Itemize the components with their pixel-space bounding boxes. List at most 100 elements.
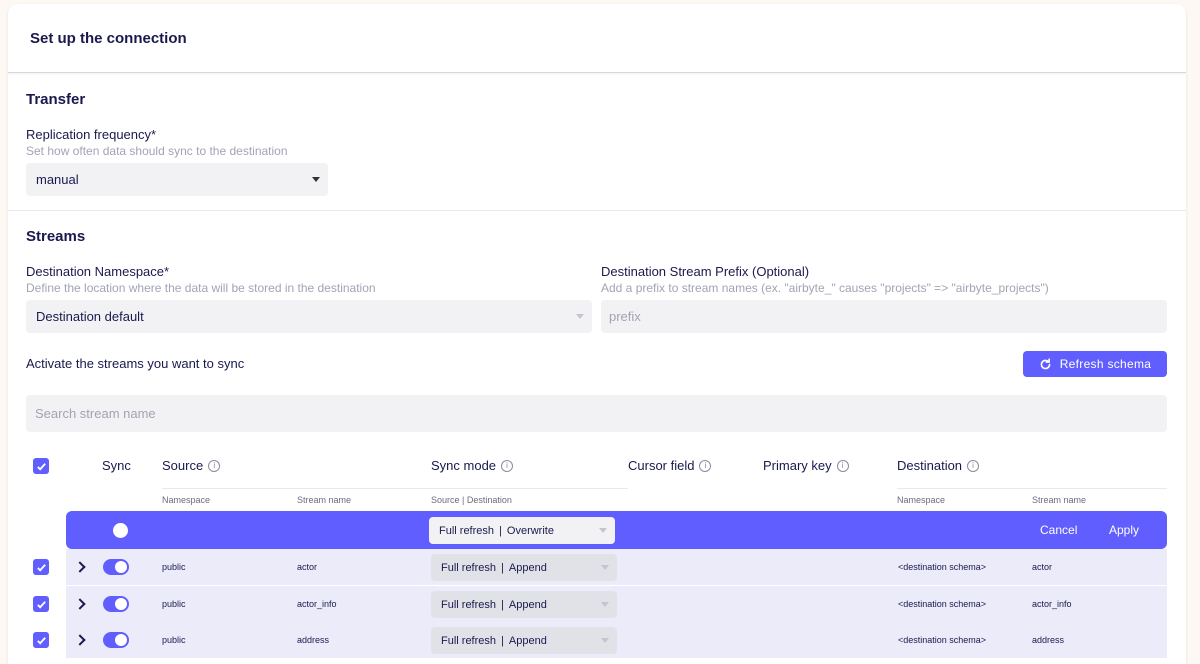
sync-toggle[interactable] <box>103 559 129 575</box>
frequency-label: Replication frequency* <box>26 127 157 142</box>
chevron-right-icon[interactable] <box>74 561 86 573</box>
subheader-dest-stream-name: Stream name <box>1032 495 1087 505</box>
subheader-source-destination: Source | Destination <box>431 495 512 505</box>
subheader-stream-name: Stream name <box>297 495 352 505</box>
info-icon[interactable]: i <box>208 459 221 472</box>
row-checkbox[interactable] <box>33 559 49 575</box>
row-mode-source: Full refresh <box>441 561 497 574</box>
cell-dest-namespace: <destination schema> <box>898 635 987 645</box>
frequency-hint: Set how often data should sync to the de… <box>26 144 288 158</box>
row-checkbox[interactable] <box>33 632 49 648</box>
header-source: Source i <box>162 458 221 473</box>
subheader-dest-namespace: Namespace <box>897 495 946 505</box>
chevron-down-icon <box>601 638 609 643</box>
activate-streams-label: Activate the streams you want to sync <box>26 356 245 371</box>
transfer-section: Transfer Replication frequency* Set how … <box>8 74 1186 211</box>
header-sync-mode-label: Sync mode <box>431 458 497 473</box>
info-icon[interactable]: i <box>967 459 980 472</box>
table-row: public actor Full refresh | Append <dest… <box>66 549 1167 585</box>
apply-button[interactable]: Apply <box>1109 523 1139 537</box>
bulk-mode-source: Full refresh <box>439 524 495 537</box>
cell-dest-stream: actor <box>1032 562 1053 572</box>
checkmark-icon <box>36 563 46 572</box>
search-placeholder: Search stream name <box>35 406 156 421</box>
row-sync-mode-select[interactable]: Full refresh | Append <box>431 627 617 654</box>
transfer-title: Transfer <box>26 91 86 108</box>
cell-dest-stream: actor_info <box>1032 599 1072 609</box>
row-mode-source: Full refresh <box>441 634 497 647</box>
header-cursor-field-label: Cursor field <box>628 458 695 473</box>
checkmark-icon <box>36 636 46 645</box>
card-header: Set up the connection <box>8 4 1186 73</box>
chevron-right-icon[interactable] <box>74 598 86 610</box>
chevron-down-icon <box>601 565 609 570</box>
header-sync-mode: Sync mode i <box>431 458 514 473</box>
table-row: public address Full refresh | Append <de… <box>66 622 1167 658</box>
cell-dest-namespace: <destination schema> <box>898 562 987 572</box>
info-icon[interactable]: i <box>699 459 712 472</box>
search-stream-input[interactable]: Search stream name <box>26 395 1167 432</box>
cell-namespace: public <box>162 599 186 609</box>
connection-setup-card: Set up the connection Transfer Replicati… <box>8 4 1186 664</box>
prefix-label: Destination Stream Prefix (Optional) <box>601 264 810 279</box>
frequency-value: manual <box>36 172 79 187</box>
row-sync-mode-select[interactable]: Full refresh | Append <box>431 554 617 581</box>
header-sync-label: Sync <box>102 458 131 473</box>
separator: | <box>501 561 504 574</box>
row-checkbox[interactable] <box>33 596 49 612</box>
cell-namespace: public <box>162 635 186 645</box>
refresh-schema-button[interactable]: Refresh schema <box>1023 351 1167 377</box>
select-all-checkbox[interactable] <box>33 458 49 474</box>
chevron-down-icon <box>576 314 584 319</box>
divider <box>162 488 628 489</box>
header-destination-label: Destination <box>897 458 963 473</box>
namespace-label: Destination Namespace* <box>26 264 170 279</box>
table-row: public actor_info Full refresh | Append … <box>66 586 1167 622</box>
row-sync-mode-select[interactable]: Full refresh | Append <box>431 591 617 618</box>
cell-stream-name: address <box>297 635 330 645</box>
prefix-placeholder: prefix <box>609 309 641 324</box>
row-mode-destination: Append <box>508 598 547 611</box>
separator: | <box>501 634 504 647</box>
prefix-hint: Add a prefix to stream names (ex. "airby… <box>601 281 1049 295</box>
divider <box>897 488 1167 489</box>
streams-title: Streams <box>26 228 86 245</box>
frequency-select[interactable]: manual <box>26 163 328 196</box>
row-mode-destination: Append <box>508 561 547 574</box>
header-cursor-field: Cursor field i <box>628 458 712 473</box>
chevron-down-icon <box>312 177 320 182</box>
cell-dest-namespace: <destination schema> <box>898 599 987 609</box>
refresh-icon <box>1040 357 1051 369</box>
cell-dest-stream: address <box>1032 635 1065 645</box>
chevron-down-icon <box>601 602 609 607</box>
separator: | <box>499 524 502 537</box>
bulk-sync-mode-select[interactable]: Full refresh | Overwrite <box>429 517 615 544</box>
header-primary-key-label: Primary key <box>763 458 832 473</box>
header-destination: Destination i <box>897 458 980 473</box>
chevron-down-icon <box>599 528 607 533</box>
sync-toggle[interactable] <box>103 632 129 648</box>
namespace-value: Destination default <box>36 309 144 324</box>
bulk-edit-row: Full refresh | Overwrite Cancel Apply <box>66 511 1167 549</box>
subheader-namespace: Namespace <box>162 495 211 505</box>
info-icon[interactable]: i <box>501 459 514 472</box>
chevron-right-icon[interactable] <box>74 634 86 646</box>
cell-namespace: public <box>162 562 186 572</box>
header-primary-key: Primary key i <box>763 458 849 473</box>
prefix-input[interactable]: prefix <box>601 300 1167 333</box>
info-icon[interactable]: i <box>836 459 849 472</box>
row-mode-source: Full refresh <box>441 598 497 611</box>
cell-stream-name: actor <box>297 562 318 572</box>
header-sync: Sync <box>102 458 131 473</box>
namespace-select[interactable]: Destination default <box>26 300 592 333</box>
row-mode-destination: Append <box>508 634 547 647</box>
checkmark-icon <box>36 600 46 609</box>
page-title: Set up the connection <box>30 29 187 47</box>
header-source-label: Source <box>162 458 204 473</box>
sync-toggle[interactable] <box>103 596 129 612</box>
checkmark-icon <box>36 462 46 471</box>
bulk-select-radio[interactable] <box>113 523 128 538</box>
separator: | <box>501 598 504 611</box>
cancel-button[interactable]: Cancel <box>1040 523 1077 537</box>
namespace-hint: Define the location where the data will … <box>26 281 376 295</box>
